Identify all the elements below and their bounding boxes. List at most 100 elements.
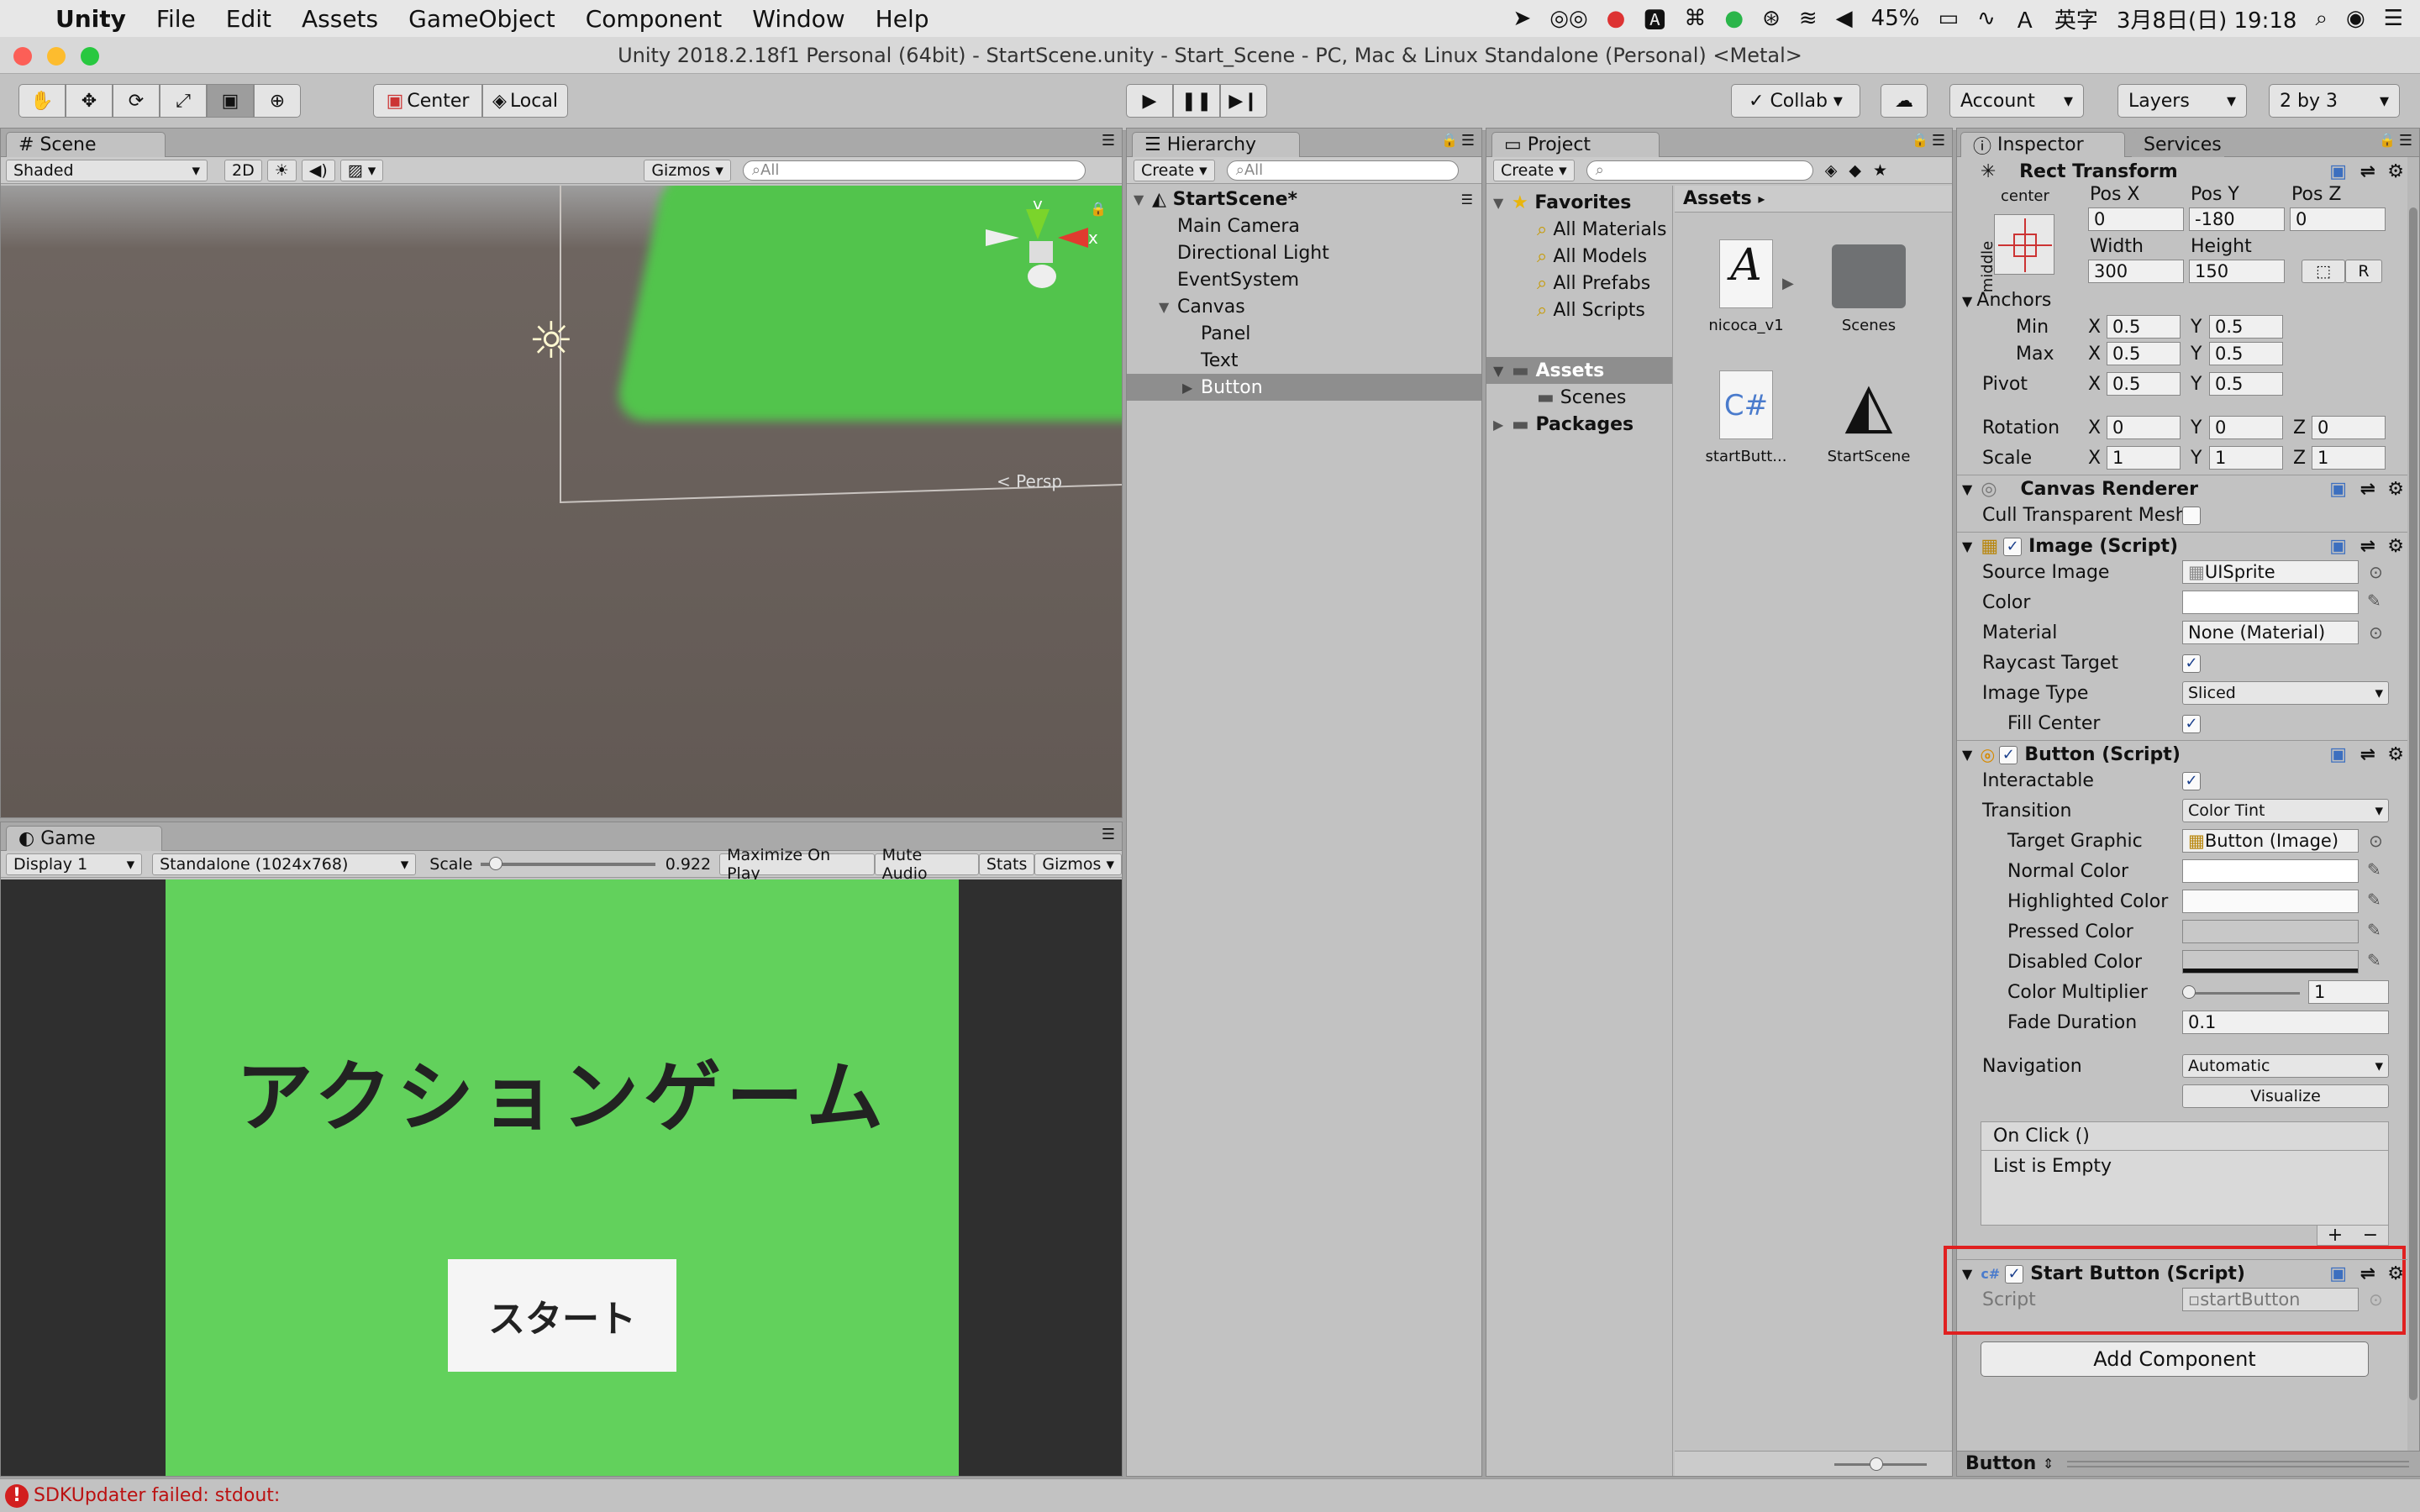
source-image-field[interactable]: ▦ UISprite bbox=[2182, 560, 2359, 584]
preset-icon[interactable]: ⇌ bbox=[2360, 536, 2375, 557]
tab-project[interactable]: ▭ Project bbox=[1491, 132, 1660, 157]
triangle-down-icon[interactable]: ▼ bbox=[1134, 192, 1152, 207]
close-window-button[interactable] bbox=[13, 47, 32, 66]
step-button[interactable]: ▶❙ bbox=[1220, 84, 1267, 118]
cull-transparent-mesh-checkbox[interactable] bbox=[2182, 507, 2201, 525]
z-axis-cone[interactable] bbox=[1028, 265, 1056, 288]
help-icon[interactable]: ▣ bbox=[2329, 744, 2347, 765]
preset-icon[interactable]: ⇌ bbox=[2360, 744, 2375, 765]
transition-dropdown[interactable]: Color Tint ▾ bbox=[2182, 799, 2389, 822]
filter-type-icon[interactable]: ◈ bbox=[1825, 161, 1838, 180]
favorite-all-scripts[interactable]: ⌕ All Scripts bbox=[1486, 297, 1672, 323]
color-multiplier-handle[interactable] bbox=[2182, 985, 2196, 999]
menu-help[interactable]: Help bbox=[876, 5, 929, 33]
volume-icon[interactable]: ◀ bbox=[1836, 6, 1853, 31]
add-event-button[interactable]: + bbox=[2328, 1225, 2343, 1246]
object-picker-icon[interactable]: ⊙ bbox=[2369, 831, 2383, 851]
audio-toggle-icon[interactable]: ◀) bbox=[301, 159, 335, 181]
anchors-foldout[interactable]: ▼ Anchors bbox=[1962, 290, 2051, 311]
neg-x-axis-cone[interactable] bbox=[986, 229, 1019, 246]
disabled-color-swatch[interactable] bbox=[2182, 950, 2359, 974]
stats-toggle[interactable]: Stats bbox=[978, 853, 1035, 875]
collab-dropdown[interactable]: ✓ Collab ▾ bbox=[1731, 84, 1860, 118]
rotation-x-field[interactable]: 0 bbox=[2107, 416, 2181, 439]
panel-menu-icon[interactable]: ☰ bbox=[1461, 132, 1475, 150]
hierarchy-item-directional-light[interactable]: Directional Light bbox=[1127, 239, 1481, 266]
lock-icon[interactable]: 🔒 bbox=[1090, 201, 1107, 217]
minimize-window-button[interactable] bbox=[47, 47, 66, 66]
visualize-button[interactable]: Visualize bbox=[2182, 1084, 2389, 1108]
game-start-button[interactable]: スタート bbox=[448, 1259, 676, 1372]
filter-label-icon[interactable]: ◆ bbox=[1849, 161, 1861, 180]
line-icon[interactable]: ● bbox=[1724, 6, 1744, 31]
spotlight-search-icon[interactable]: ⌕ bbox=[2315, 6, 2328, 32]
maximize-on-play-toggle[interactable]: Maximize On Play bbox=[719, 846, 875, 883]
rotation-z-field[interactable]: 0 bbox=[2312, 416, 2386, 439]
hand-tool-icon[interactable]: ✋ bbox=[18, 84, 66, 118]
tab-game[interactable]: ◐ Game bbox=[6, 826, 162, 851]
preset-icon[interactable]: ⇌ bbox=[2360, 479, 2375, 500]
scale-y-field[interactable]: 1 bbox=[2209, 446, 2283, 470]
scale-tool-icon[interactable]: ⤢ bbox=[160, 84, 207, 118]
rect-transform-header[interactable]: ✳ Rect Transform ▣ ⇌ ⚙ bbox=[1957, 157, 2411, 186]
start-button-enabled-checkbox[interactable]: ✓ bbox=[2005, 1264, 2024, 1284]
color-swatch[interactable] bbox=[2182, 591, 2359, 614]
favorite-star-icon[interactable]: ★ bbox=[1873, 161, 1887, 180]
send-icon[interactable]: ➤ bbox=[1513, 6, 1532, 31]
pivot-y-field[interactable]: 0.5 bbox=[2209, 372, 2283, 396]
layers-dropdown[interactable]: Layers ▾ bbox=[2118, 84, 2247, 118]
menu-gameobject[interactable]: GameObject bbox=[408, 5, 555, 33]
rotate-tool-icon[interactable]: ⟳ bbox=[113, 84, 160, 118]
triangle-down-icon[interactable]: ▼ bbox=[1962, 481, 1972, 497]
directional-light-icon[interactable]: ☼ bbox=[529, 312, 574, 370]
battery-icon[interactable]: ▭ bbox=[1938, 6, 1959, 31]
menu-component[interactable]: Component bbox=[586, 5, 723, 33]
gizmos-dropdown[interactable]: Gizmos ▾ bbox=[644, 159, 731, 181]
resolution-dropdown[interactable]: Standalone (1024x768) ▾ bbox=[152, 853, 417, 875]
zoom-window-button[interactable] bbox=[81, 47, 99, 66]
gear-icon[interactable]: ⚙ bbox=[2387, 161, 2404, 182]
gizmo-center-cube[interactable] bbox=[1029, 241, 1053, 263]
panel-menu-icon[interactable]: ☰ bbox=[2399, 132, 2412, 150]
x-axis-cone[interactable] bbox=[1058, 228, 1088, 248]
triangle-down-icon[interactable]: ▼ bbox=[1962, 747, 1972, 763]
hierarchy-item-main-camera[interactable]: Main Camera bbox=[1127, 213, 1481, 239]
lock-icon[interactable]: 🔒 bbox=[1912, 132, 1928, 148]
inspector-scrollbar-thumb[interactable] bbox=[2409, 207, 2417, 1400]
move-tool-icon[interactable]: ✥ bbox=[66, 84, 113, 118]
eyedropper-icon[interactable]: ✎ bbox=[2367, 591, 2381, 611]
panel-menu-icon[interactable]: ☰ bbox=[1932, 132, 1945, 150]
add-component-button[interactable]: Add Component bbox=[1981, 1341, 2369, 1377]
lock-icon[interactable]: 🔒 bbox=[1441, 132, 1458, 148]
favorite-all-prefabs[interactable]: ⌕ All Prefabs bbox=[1486, 270, 1672, 297]
menu-assets[interactable]: Assets bbox=[302, 5, 378, 33]
menu-edit[interactable]: Edit bbox=[226, 5, 271, 33]
anchor-min-y-field[interactable]: 0.5 bbox=[2209, 315, 2283, 339]
triangle-down-icon[interactable]: ▼ bbox=[1493, 195, 1512, 211]
triangle-down-icon[interactable]: ▼ bbox=[1962, 1266, 1972, 1282]
notification-center-icon[interactable]: ☰ bbox=[2384, 6, 2403, 31]
transform-tool-icon[interactable]: ⊕ bbox=[254, 84, 301, 118]
favorite-all-materials[interactable]: ⌕ All Materials bbox=[1486, 216, 1672, 243]
scene-search-input[interactable]: ⌕ All bbox=[742, 160, 1086, 181]
asset-size-slider-handle[interactable] bbox=[1870, 1457, 1883, 1471]
anchor-preset-button[interactable] bbox=[1994, 214, 2054, 275]
siri-icon[interactable]: ◉ bbox=[2346, 6, 2365, 31]
toggle-2d-button[interactable]: 2D bbox=[224, 159, 262, 181]
normal-color-swatch[interactable] bbox=[2182, 859, 2359, 883]
posz-field[interactable]: 0 bbox=[2290, 207, 2386, 231]
pivot-center-toggle[interactable]: ▣ Center bbox=[373, 84, 482, 118]
hierarchy-item-button[interactable]: ▶ Button bbox=[1127, 374, 1481, 401]
eyedropper-icon[interactable]: ✎ bbox=[2367, 859, 2381, 879]
help-icon[interactable]: ▣ bbox=[2329, 479, 2347, 500]
width-field[interactable]: 300 bbox=[2088, 260, 2184, 283]
fade-duration-field[interactable]: 0.1 bbox=[2182, 1011, 2389, 1034]
help-icon[interactable]: ▣ bbox=[2329, 536, 2347, 557]
help-icon[interactable]: ▣ bbox=[2329, 1263, 2347, 1284]
tree-scenes[interactable]: ▬ Scenes bbox=[1486, 384, 1672, 411]
remove-event-button[interactable]: − bbox=[2363, 1225, 2378, 1246]
raw-edit-mode-button[interactable]: R bbox=[2345, 260, 2382, 283]
interactable-checkbox[interactable]: ✓ bbox=[2182, 772, 2201, 790]
scale-z-field[interactable]: 1 bbox=[2312, 446, 2386, 470]
display-dropdown[interactable]: Display 1 ▾ bbox=[6, 853, 143, 875]
